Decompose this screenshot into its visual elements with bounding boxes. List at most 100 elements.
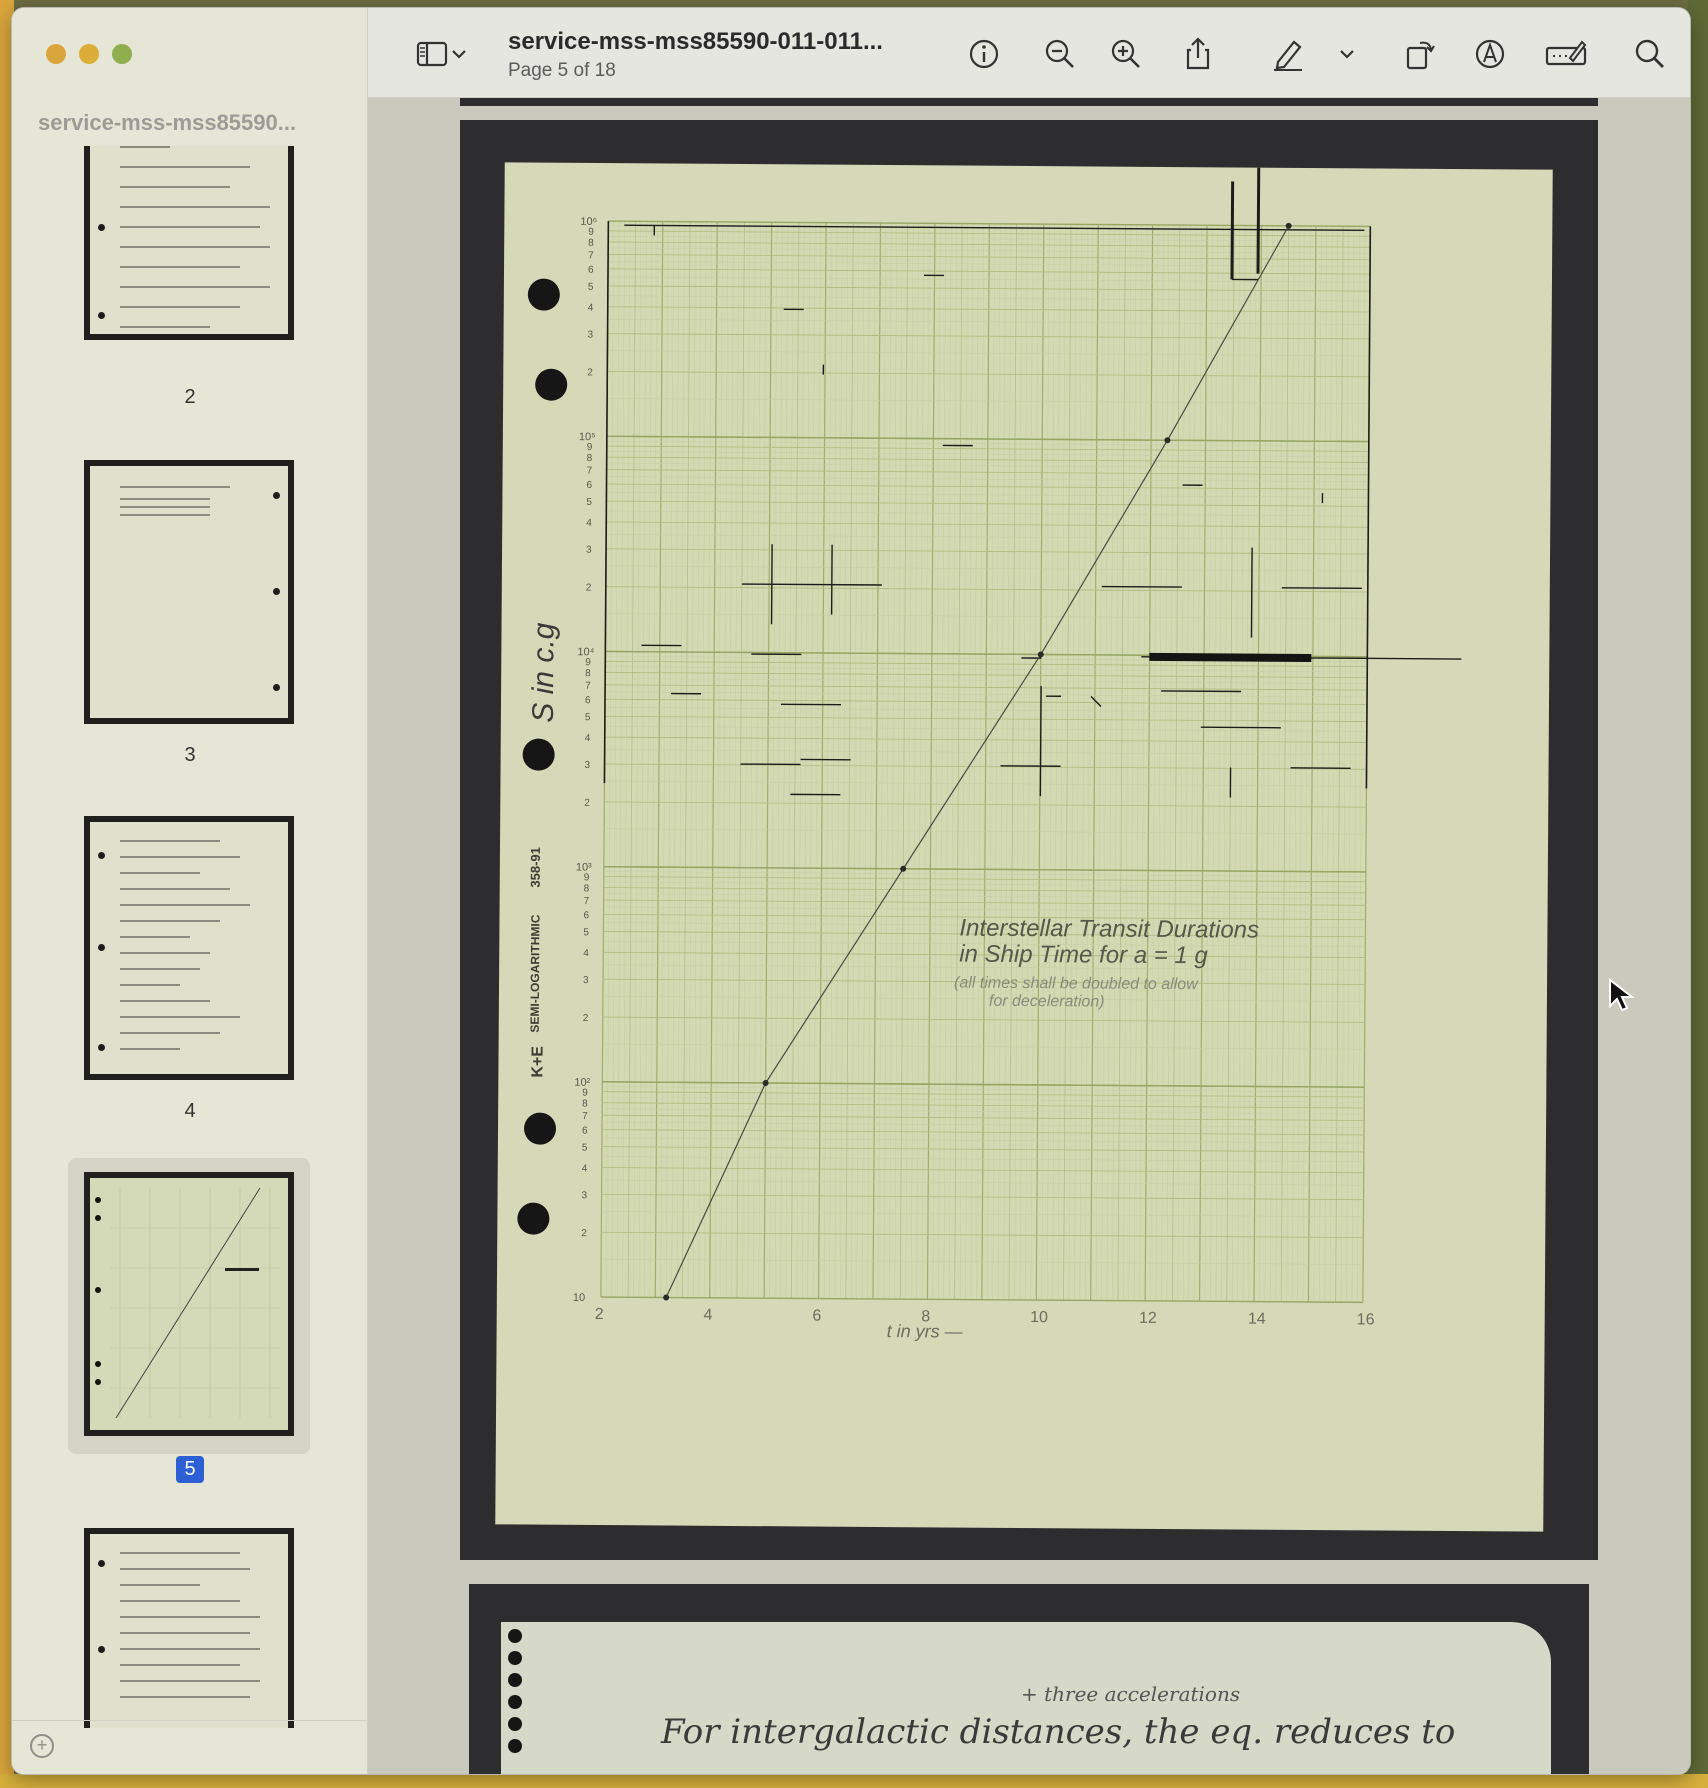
- preview-window: service-mss-mss85590... 2 3 4 5 + servic…: [12, 8, 1690, 1774]
- y-tick-label: 6: [583, 910, 589, 921]
- y-tick-label: 4: [585, 733, 591, 744]
- document-view[interactable]: 10 9 8 7 6 5 4 3 2 10² 9 8 7 6 5 4 3 2 10³ 9 8 7 6 5 4 3 2 10⁴ 9 8 7 6 5…: [368, 98, 1690, 1774]
- y-tick-label: 7: [587, 465, 593, 476]
- desktop-background-bottom: [0, 1774, 1708, 1788]
- y-tick-label: 7: [584, 896, 590, 907]
- thumbnail-sidebar: service-mss-mss85590... 2 3 4 5 +: [12, 8, 368, 1774]
- y-decade-label: 10²: [574, 1077, 590, 1089]
- data-point: [1285, 222, 1292, 229]
- y-decade-label: 10⁴: [577, 646, 594, 658]
- page-indicator: Page 5 of 18: [508, 60, 616, 81]
- y-decade-label: 10: [573, 1292, 585, 1304]
- x-tick-label: 16: [1357, 1311, 1375, 1328]
- previous-page-edge: [460, 98, 1598, 106]
- y-tick-label: 9: [587, 442, 593, 453]
- handwritten-mark: [1256, 167, 1261, 274]
- sidebar-document-title: service-mss-mss85590...: [38, 110, 297, 135]
- y-tick-label: 2: [587, 367, 593, 378]
- sidebar-toggle-icon[interactable]: [414, 36, 450, 72]
- share-icon[interactable]: [1180, 36, 1216, 72]
- y-tick-label: 3: [582, 1190, 588, 1201]
- form-fill-icon[interactable]: [1544, 36, 1588, 72]
- y-tick-label: 3: [583, 975, 589, 986]
- window-controls: [46, 44, 132, 64]
- thumbnail-page-6[interactable]: [84, 1528, 294, 1728]
- thumbnail-page-number: 4: [184, 1100, 196, 1122]
- handwritten-insertion: + three accelerations: [1021, 1682, 1241, 1706]
- graph-paper-sheet: 10 9 8 7 6 5 4 3 2 10² 9 8 7 6 5 4 3 2 10³ 9 8 7 6 5 4 3 2 10⁴ 9 8 7 6 5…: [495, 162, 1553, 1532]
- handwritten-text: For intergalactic distances, the eq. red…: [661, 1712, 1456, 1752]
- thumbnail-page-2[interactable]: [84, 146, 294, 340]
- y-tick-label: 7: [588, 250, 594, 261]
- y-tick-label: 3: [586, 545, 592, 556]
- binder-holes: [508, 1629, 522, 1753]
- y-tick-label: 4: [583, 948, 589, 959]
- data-point: [663, 1294, 670, 1301]
- thumbnail-list[interactable]: 2 3 4 5: [12, 146, 368, 1728]
- y-tick-label: 8: [585, 668, 591, 679]
- document-title: service-mss-mss85590-011-011...: [508, 28, 883, 55]
- y-tick-label: 9: [584, 872, 590, 883]
- handwritten-mark: [1161, 690, 1242, 693]
- close-button[interactable]: [46, 44, 66, 64]
- mouse-cursor-icon: [1609, 978, 1635, 1012]
- handwritten-mark: [1230, 181, 1235, 280]
- data-point: [900, 865, 907, 872]
- y-tick-label: 9: [585, 657, 591, 668]
- y-tick-label: 5: [585, 712, 591, 723]
- markup-pen-icon[interactable]: [1270, 36, 1306, 72]
- zoom-out-icon[interactable]: [1042, 36, 1078, 72]
- page-6: + three accelerations For intergalactic …: [469, 1584, 1589, 1774]
- y-tick-label: 6: [585, 695, 591, 706]
- add-page-button[interactable]: +: [30, 1734, 54, 1758]
- zoom-in-icon[interactable]: [1108, 36, 1144, 72]
- handwritten-mark: [1200, 726, 1281, 729]
- y-tick-label: 6: [586, 480, 592, 491]
- y-tick-label: 2: [584, 798, 590, 809]
- y-tick-label: 9: [582, 1088, 588, 1099]
- x-tick-label: 12: [1139, 1310, 1157, 1327]
- chevron-down-icon[interactable]: [1338, 36, 1356, 72]
- thumbnail-page-number-selected: 5: [12, 1456, 368, 1483]
- rotate-icon[interactable]: [1402, 36, 1438, 72]
- y-tick-label: 5: [582, 1143, 588, 1154]
- handwritten-mark: [1039, 686, 1042, 797]
- y-tick-label: 6: [588, 265, 594, 276]
- page-5: 10 9 8 7 6 5 4 3 2 10² 9 8 7 6 5 4 3 2 10³ 9 8 7 6 5 4 3 2 10⁴ 9 8 7 6 5…: [460, 120, 1598, 1560]
- y-tick-label: 3: [588, 329, 594, 340]
- thumbnail-page-5[interactable]: [84, 1172, 294, 1436]
- y-tick-label: 7: [582, 1111, 588, 1122]
- minimize-button[interactable]: [79, 44, 99, 64]
- y-tick-label: 7: [585, 681, 591, 692]
- y-tick-label: 5: [588, 282, 594, 293]
- y-tick-label: 4: [582, 1163, 588, 1174]
- y-tick-label: 8: [588, 238, 594, 249]
- y-decade-label: 10⁵: [579, 431, 596, 443]
- x-tick-label: 8: [921, 1308, 930, 1325]
- data-point: [1037, 651, 1044, 658]
- x-tick-label: 6: [812, 1308, 821, 1325]
- y-tick-label: 9: [588, 227, 594, 238]
- thumbnail-page-number: 2: [184, 386, 196, 408]
- y-tick-label: 5: [586, 497, 592, 508]
- handwritten-mark: [741, 583, 882, 586]
- maximize-button[interactable]: [112, 44, 132, 64]
- thumbnail-page-3[interactable]: [84, 460, 294, 724]
- y-decade-label: 10³: [576, 861, 592, 873]
- y-tick-label: 2: [581, 1228, 587, 1239]
- data-point: [1164, 437, 1171, 444]
- y-tick-label: 6: [582, 1125, 588, 1136]
- annotate-icon[interactable]: [1472, 36, 1508, 72]
- desktop-background-right: [1688, 0, 1708, 1788]
- x-tick-label: 10: [1030, 1309, 1048, 1326]
- info-icon[interactable]: [966, 36, 1002, 72]
- y-tick-label: 8: [582, 1099, 588, 1110]
- chevron-down-icon[interactable]: [450, 36, 468, 72]
- thumbnail-page-4[interactable]: [84, 816, 294, 1080]
- toolbar: service-mss-mss85590-011-011... Page 5 o…: [368, 8, 1690, 98]
- y-tick-label: 8: [587, 453, 593, 464]
- thumbnail-page-number: 3: [184, 744, 196, 766]
- y-tick-label: 3: [585, 760, 591, 771]
- search-icon[interactable]: [1632, 36, 1668, 72]
- sidebar-divider: [12, 1720, 368, 1721]
